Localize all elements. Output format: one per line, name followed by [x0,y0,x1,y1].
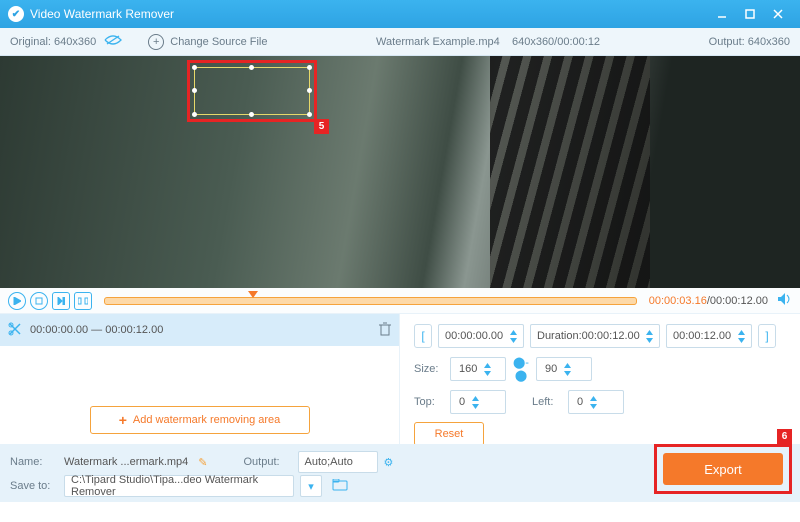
top-label: Top: [414,396,444,408]
width-input[interactable]: 160 [450,357,506,381]
playbar: 00:00:03.16/00:00:12.00 [0,288,800,314]
settings-icon[interactable]: ⚙ [384,456,394,469]
link-aspect-icon[interactable]: ⬤-⬤ [512,356,530,382]
path-dropdown-button[interactable]: ▾ [300,475,322,497]
segment-row[interactable]: 00:00:00.00 — 00:00:12.00 [0,314,399,346]
resize-handle[interactable] [307,112,312,117]
video-frame [0,56,800,288]
time-display: 00:00:03.16/00:00:12.00 [649,295,768,307]
change-source-button[interactable]: + Change Source File [148,34,267,50]
height-input[interactable]: 90 [536,357,592,381]
close-button[interactable] [764,4,792,24]
watermark-selection-box[interactable] [194,67,310,115]
bottom-bar: Name: Watermark ...ermark.mp4 ✎ Output: … [0,444,800,502]
output-format-select[interactable]: Auto;Auto [298,451,378,473]
add-watermark-area-button[interactable]: + Add watermark removing area [90,406,310,434]
video-preview[interactable]: 5 [0,56,800,288]
resize-handle[interactable] [307,88,312,93]
app-logo-icon: ✔ [8,6,24,22]
name-label: Name: [10,456,58,468]
segments-panel: 00:00:00.00 — 00:00:12.00 + Add watermar… [0,314,400,444]
cut-icon [8,322,22,339]
titlebar: ✔ Video Watermark Remover [0,0,800,28]
delete-segment-icon[interactable] [379,322,391,339]
save-path-input[interactable]: C:\Tipard Studio\Tipa...deo Watermark Re… [64,475,294,497]
next-frame-button[interactable] [52,292,70,310]
volume-icon[interactable] [778,293,792,308]
play-button[interactable] [8,292,26,310]
set-start-button[interactable]: [ [414,324,432,348]
file-info: Watermark Example.mp4 640x360/00:00:12 [267,36,708,48]
change-source-label: Change Source File [170,36,267,48]
spinner[interactable] [644,328,655,344]
resize-handle[interactable] [192,88,197,93]
reset-button[interactable]: Reset [414,422,484,446]
original-label: Original: 640x360 [10,36,96,48]
size-label: Size: [414,363,444,375]
set-end-button[interactable]: ] [758,324,776,348]
mid-panel: 00:00:00.00 — 00:00:12.00 + Add watermar… [0,314,800,444]
add-watermark-label: Add watermark removing area [133,414,280,426]
callout-badge-6: 6 [777,429,792,444]
selection-highlight: 5 [187,60,317,122]
stop-button[interactable] [30,292,48,310]
output-format-label: Output: [244,456,292,468]
resize-handle[interactable] [192,112,197,117]
left-label: Left: [532,396,562,408]
snapshot-button[interactable] [74,292,92,310]
resize-handle[interactable] [307,65,312,70]
segment-range: 00:00:00.00 — 00:00:12.00 [30,324,379,336]
maximize-button[interactable] [736,4,764,24]
export-highlight: 6 Export [654,444,792,494]
plus-icon: + [119,412,127,428]
top-input[interactable]: 0 [450,390,506,414]
export-button[interactable]: Export [663,453,783,485]
duration-input[interactable]: Duration:00:00:12.00 [530,324,660,348]
spinner[interactable] [735,328,747,344]
output-label: Output: 640x360 [709,36,790,48]
app-title: Video Watermark Remover [30,7,708,21]
playhead-icon[interactable] [248,291,258,298]
callout-badge-5: 5 [314,119,329,134]
toolbar: Original: 640x360 + Change Source File W… [0,28,800,56]
save-to-label: Save to: [10,480,58,492]
spinner[interactable] [469,394,481,410]
resize-handle[interactable] [249,65,254,70]
resize-handle[interactable] [249,112,254,117]
spinner[interactable] [507,328,519,344]
controls-panel: [ 00:00:00.00 Duration:00:00:12.00 00:00… [400,314,800,444]
edit-name-icon[interactable]: ✎ [198,456,207,469]
spinner[interactable] [481,361,493,377]
left-input[interactable]: 0 [568,390,624,414]
resize-handle[interactable] [192,65,197,70]
name-value: Watermark ...ermark.mp4 [64,456,188,468]
open-folder-icon[interactable] [332,479,348,494]
minimize-button[interactable] [708,4,736,24]
plus-icon: + [148,34,164,50]
start-time-input[interactable]: 00:00:00.00 [438,324,524,348]
end-time-input[interactable]: 00:00:12.00 [666,324,752,348]
preview-toggle-icon[interactable] [104,34,122,49]
timeline-track[interactable] [104,297,637,305]
spinner[interactable] [561,361,573,377]
spinner[interactable] [587,394,599,410]
